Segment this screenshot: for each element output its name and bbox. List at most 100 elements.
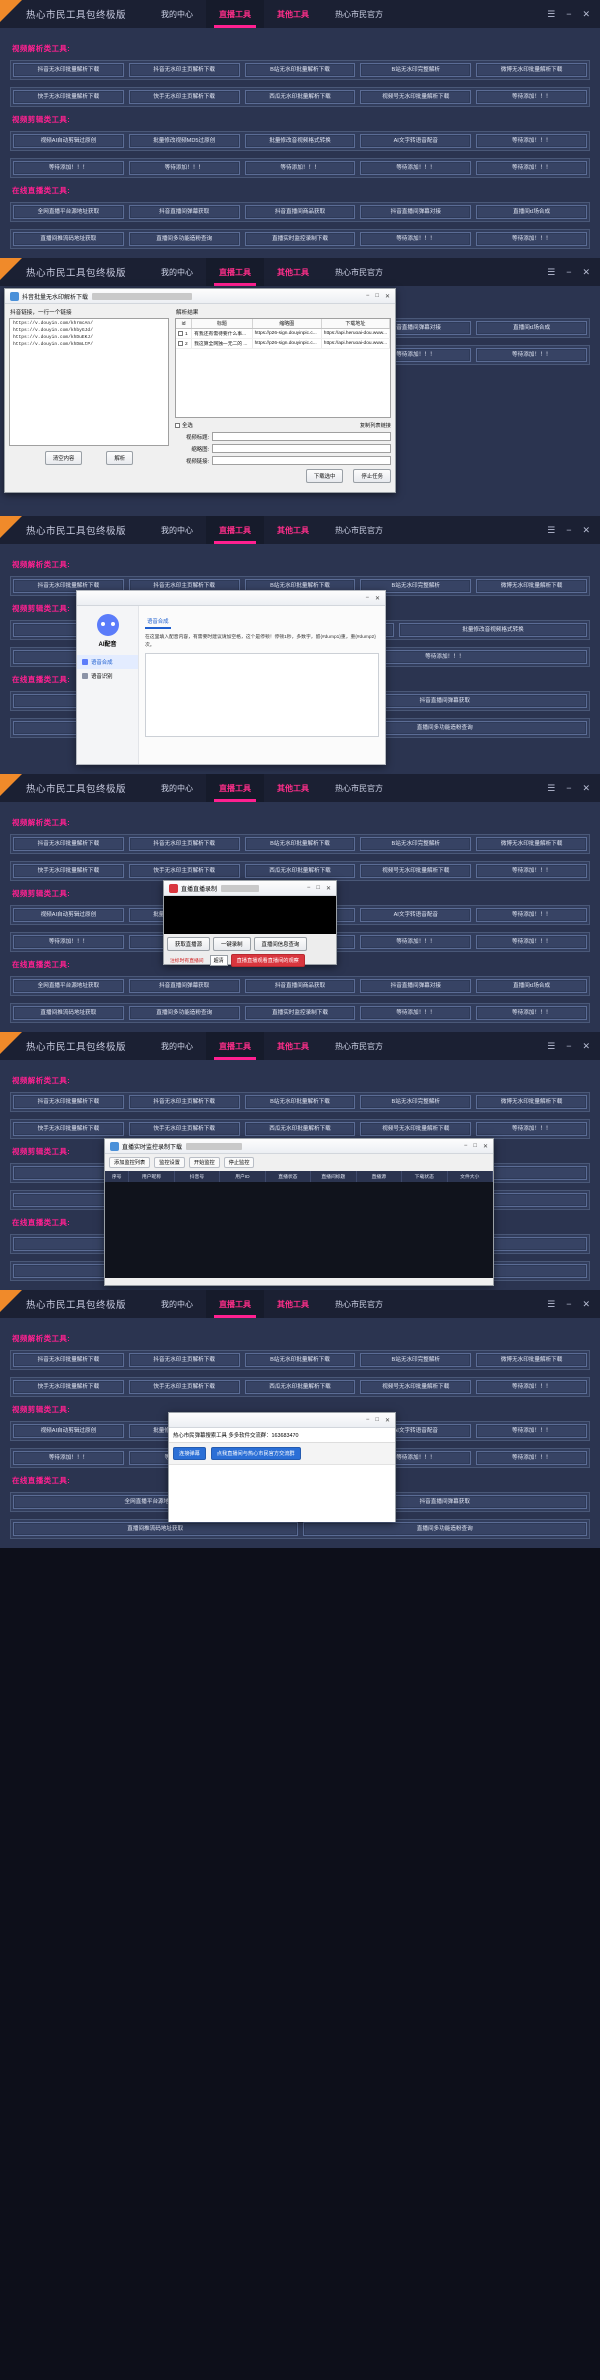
nav-item-other-tools[interactable]: 其他工具 xyxy=(264,258,322,286)
tool-button[interactable]: 等待添加！！！ xyxy=(476,935,587,949)
close-icon[interactable]: ✕ xyxy=(582,784,590,793)
monitor-dialog[interactable]: 直播实时监控录制下载 − □ ✕ 添加监控列表 监控设置 开始监控 停止监控 序… xyxy=(104,1138,494,1286)
tool-button[interactable]: B站无水印完整解析 xyxy=(360,63,471,77)
monitor-titlebar[interactable]: 直播实时监控录制下载 − □ ✕ xyxy=(105,1139,493,1154)
connect-danmu-button[interactable]: 连接弹幕 xyxy=(173,1447,206,1460)
close-icon[interactable]: ✕ xyxy=(582,10,590,19)
nav-item-live-tools[interactable]: 直播工具 xyxy=(206,258,264,286)
nav-item-my-center[interactable]: 我的中心 xyxy=(148,1290,206,1318)
tool-button[interactable]: 抖音无水印主页解析下载 xyxy=(129,1353,240,1367)
nav-item-other-tools[interactable]: 其他工具 xyxy=(264,774,322,802)
connect-dialog[interactable]: − □ ✕ 热心市民弹幕搜索工具 多多软件交流群：163683470 连接弹幕 … xyxy=(168,1412,396,1522)
menu-icon[interactable]: ☰ xyxy=(547,10,555,19)
close-icon[interactable]: ✕ xyxy=(385,293,390,300)
close-icon[interactable]: ✕ xyxy=(582,1300,590,1309)
nav-item-official[interactable]: 热心市民官方 xyxy=(322,0,396,28)
minimize-icon[interactable]: − xyxy=(566,526,571,535)
sidebar-item-asr[interactable]: 语音识别 xyxy=(77,669,138,683)
tool-button[interactable]: 等待添加！！！ xyxy=(13,1451,124,1465)
parse-dialog[interactable]: 抖音批量无水印解析下载 − □ ✕ 抖音链接，一行一个链接 https://v.… xyxy=(4,288,396,493)
nav-item-my-center[interactable]: 我的中心 xyxy=(148,1032,206,1060)
tool-button[interactable]: 批量修改音视频格式转换 xyxy=(245,134,356,148)
tool-button[interactable]: 等待添加！！！ xyxy=(476,1451,587,1465)
connect-titlebar[interactable]: − □ ✕ xyxy=(169,1413,395,1428)
nav-item-official[interactable]: 热心市民官方 xyxy=(322,258,396,286)
close-icon[interactable]: ✕ xyxy=(326,885,331,892)
minimize-icon[interactable]: − xyxy=(366,293,370,300)
maximize-icon[interactable]: □ xyxy=(316,885,320,892)
tool-button[interactable]: 快手无水印主页解析下载 xyxy=(129,1380,240,1394)
tool-button[interactable]: 微博无水印批量解析下载 xyxy=(476,1095,587,1109)
tool-button[interactable]: 视频AI自动剪辑过原创 xyxy=(13,134,124,148)
tool-button[interactable]: 抖音直播间弹幕对接 xyxy=(360,979,471,993)
tool-button[interactable]: 等待添加！！！ xyxy=(476,1380,587,1394)
tool-button[interactable]: 直播间ປ场合成 xyxy=(476,979,587,993)
tool-button[interactable]: 等待添加！！！ xyxy=(13,161,124,175)
nav-item-my-center[interactable]: 我的中心 xyxy=(148,0,206,28)
get-stream-button[interactable]: 获取直播源 xyxy=(167,937,210,951)
tool-button[interactable]: B站无水印完整解析 xyxy=(360,1095,471,1109)
tool-button[interactable]: 快手无水印批量解析下载 xyxy=(13,90,124,104)
tool-button[interactable]: B站无水印完整解析 xyxy=(360,837,471,851)
tool-button[interactable]: 等待添加！！！ xyxy=(360,1006,471,1020)
ai-text-input[interactable] xyxy=(145,653,379,737)
tool-button[interactable]: 全网直播平台源地址获取 xyxy=(13,205,124,219)
minimize-icon[interactable]: − xyxy=(566,10,571,19)
table-row[interactable]: 1 有我还有需待要什么事... https://p26-sign.douyinp… xyxy=(176,329,390,339)
tool-button[interactable]: 直播间多功能造粉查询 xyxy=(129,1006,240,1020)
tool-button[interactable]: 视频号无水印批量解析下载 xyxy=(360,1380,471,1394)
open-room-button[interactable]: 直播直播观看直播间的观察 xyxy=(231,954,305,967)
nav-item-live-tools[interactable]: 直播工具 xyxy=(206,774,264,802)
tool-button[interactable]: 直播间ປ场合成 xyxy=(476,205,587,219)
tool-button[interactable]: 视频AI自动剪辑过原创 xyxy=(13,908,124,922)
results-table[interactable]: id 标题 缩略图 下载地址 1 有我还有需待要什么事... https://p… xyxy=(175,318,391,418)
tool-button[interactable]: 抖音无水印批量解析下载 xyxy=(13,63,124,77)
nav-item-live-tools[interactable]: 直播工具 xyxy=(206,0,264,28)
nav-item-other-tools[interactable]: 其他工具 xyxy=(264,0,322,28)
tool-button[interactable]: B站无水印批量解析下载 xyxy=(245,837,356,851)
close-icon[interactable]: ✕ xyxy=(582,526,590,535)
stop-monitor-button[interactable]: 停止监控 xyxy=(224,1157,255,1168)
nav-item-official[interactable]: 热心市民官方 xyxy=(322,1032,396,1060)
tool-button[interactable]: 微博无水印批量解析下载 xyxy=(476,1353,587,1367)
tool-button[interactable]: 等待添加！！！ xyxy=(476,908,587,922)
minimize-icon[interactable]: − xyxy=(464,1143,468,1150)
cell-id[interactable]: 2 xyxy=(176,339,192,349)
close-icon[interactable]: ✕ xyxy=(385,1417,390,1424)
table-row[interactable]: 2 我这算全网独一无二的 ... https://p26-sign.douyin… xyxy=(176,339,390,349)
tool-button[interactable]: 等待添加！！！ xyxy=(245,161,356,175)
add-monitor-button[interactable]: 添加监控列表 xyxy=(109,1157,150,1168)
tool-button[interactable]: 微博无水印批量解析下载 xyxy=(476,579,587,593)
parse-button[interactable]: 解析 xyxy=(106,451,133,465)
minimize-icon[interactable]: − xyxy=(566,1300,571,1309)
menu-icon[interactable]: ☰ xyxy=(547,784,555,793)
tool-button[interactable]: 西瓜无水印批量解析下载 xyxy=(245,864,356,878)
nav-item-my-center[interactable]: 我的中心 xyxy=(148,774,206,802)
tool-button[interactable]: 抖音无水印批量解析下载 xyxy=(13,1353,124,1367)
tool-button[interactable]: 批量修改音视频格式转换 xyxy=(399,623,587,637)
recorder-titlebar[interactable]: 直播直播录制 − □ ✕ xyxy=(164,881,336,896)
parse-dialog-titlebar[interactable]: 抖音批量无水印解析下载 − □ ✕ xyxy=(5,289,395,304)
tool-button[interactable]: 西瓜无水印批量解析下载 xyxy=(245,1122,356,1136)
clear-button[interactable]: 清空内容 xyxy=(45,451,83,465)
select-all-checkbox[interactable]: 全选 xyxy=(175,421,193,429)
maximize-icon[interactable]: □ xyxy=(375,293,379,300)
tool-button[interactable]: 微博无水印批量解析下载 xyxy=(476,63,587,77)
recorder-dialog[interactable]: 直播直播录制 − □ ✕ 获取直播源 一键录制 直播间信息查询 注标时有直播间 … xyxy=(163,880,337,965)
tool-button[interactable]: 微博无水印批量解析下载 xyxy=(476,837,587,851)
tool-button[interactable]: 西瓜无水印批量解析下载 xyxy=(245,90,356,104)
tool-button[interactable]: 直播间推流码地址获取 xyxy=(13,1006,124,1020)
tool-button[interactable]: 快手无水印批量解析下载 xyxy=(13,864,124,878)
close-icon[interactable]: ✕ xyxy=(582,1042,590,1051)
nav-item-other-tools[interactable]: 其他工具 xyxy=(264,1290,322,1318)
tool-button[interactable]: AI文字转语音配音 xyxy=(360,908,471,922)
monitor-settings-button[interactable]: 监控设置 xyxy=(154,1157,185,1168)
nav-item-official[interactable]: 热心市民官方 xyxy=(322,516,396,544)
tool-button[interactable]: 快手无水印批量解析下载 xyxy=(13,1122,124,1136)
tool-button[interactable]: 视频号无水印批量解析下载 xyxy=(360,1122,471,1136)
menu-icon[interactable]: ☰ xyxy=(547,526,555,535)
nav-item-my-center[interactable]: 我的中心 xyxy=(148,258,206,286)
tool-button[interactable]: 等待添加！！！ xyxy=(476,1424,587,1438)
tool-button[interactable]: 等待添加！！！ xyxy=(476,90,587,104)
tool-button[interactable]: 等待添加！！！ xyxy=(476,864,587,878)
